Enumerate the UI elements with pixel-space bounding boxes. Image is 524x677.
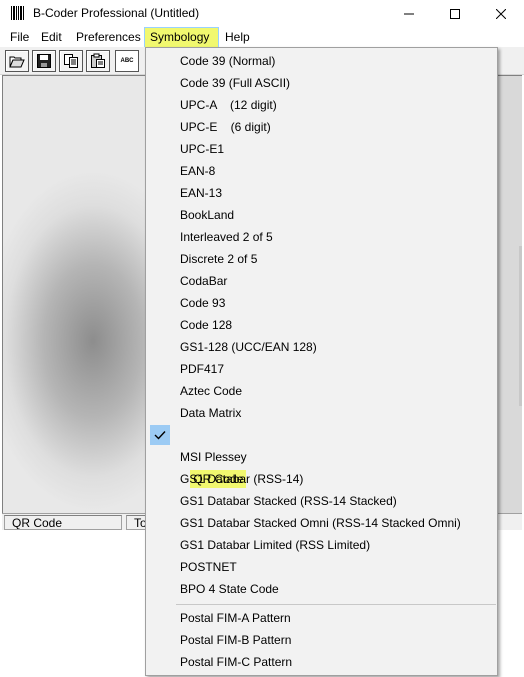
- menu-option-interleaved-2of5[interactable]: Interleaved 2 of 5: [148, 226, 495, 248]
- title-bar: B-Coder Professional (Untitled): [0, 0, 524, 27]
- paste-icon: [91, 53, 105, 68]
- close-button[interactable]: [478, 0, 524, 27]
- symbology-menu: Code 39 (Normal) Code 39 (Full ASCII) UP…: [145, 47, 498, 676]
- save-icon: [37, 54, 51, 68]
- menu-option-ean-13[interactable]: EAN-13: [148, 182, 495, 204]
- menu-separator: [176, 604, 496, 605]
- text-button[interactable]: ABC: [115, 50, 139, 72]
- close-icon: [496, 8, 506, 19]
- menu-help[interactable]: Help: [220, 28, 255, 47]
- menu-option-upc-a[interactable]: UPC-A (12 digit): [148, 94, 495, 116]
- menu-option-ean-8[interactable]: EAN-8: [148, 160, 495, 182]
- menu-option-gs1-databar-limited[interactable]: GS1 Databar Limited (RSS Limited): [148, 534, 495, 556]
- menu-option-gs1-databar[interactable]: GS1 Databar (RSS-14): [148, 468, 495, 490]
- menu-file[interactable]: File: [5, 28, 34, 47]
- menu-option-code39-normal[interactable]: Code 39 (Normal): [148, 50, 495, 72]
- menu-symbology-label: Symbology: [145, 28, 218, 47]
- menu-option-fim-b[interactable]: Postal FIM-B Pattern: [148, 629, 495, 651]
- barcode-icon: [11, 6, 24, 20]
- minimize-button[interactable]: [386, 0, 432, 27]
- maximize-button[interactable]: [432, 0, 478, 27]
- maximize-icon: [450, 8, 460, 19]
- barcode-shadow: [3, 76, 153, 514]
- menu-option-gs1-databar-stacked[interactable]: GS1 Databar Stacked (RSS-14 Stacked): [148, 490, 495, 512]
- menu-option-msi-plessey[interactable]: MSI Plessey: [148, 446, 495, 468]
- menu-option-upc-e[interactable]: UPC-E (6 digit): [148, 116, 495, 138]
- menu-option-gs1-128[interactable]: GS1-128 (UCC/EAN 128): [148, 336, 495, 358]
- menu-option-fim-c[interactable]: Postal FIM-C Pattern: [148, 651, 495, 673]
- menu-option-code93[interactable]: Code 93: [148, 292, 495, 314]
- menu-edit[interactable]: Edit: [36, 28, 67, 47]
- menu-option-fim-a[interactable]: Postal FIM-A Pattern: [148, 607, 495, 629]
- checkmark-icon: [150, 425, 170, 445]
- open-button[interactable]: [5, 50, 29, 72]
- menu-preferences[interactable]: Preferences: [71, 28, 146, 47]
- open-icon: [9, 56, 25, 68]
- menu-option-qr-code[interactable]: QR Code: [148, 424, 495, 488]
- menu-option-gs1-databar-stacked-omni[interactable]: GS1 Databar Stacked Omni (RSS-14 Stacked…: [148, 512, 495, 534]
- menu-option-codabar[interactable]: CodaBar: [148, 270, 495, 292]
- menu-option-code39-full-ascii[interactable]: Code 39 (Full ASCII): [148, 72, 495, 94]
- menu-option-discrete-2of5[interactable]: Discrete 2 of 5: [148, 248, 495, 270]
- menu-option-bpo-4-state[interactable]: BPO 4 State Code: [148, 578, 495, 600]
- menu-option-data-matrix[interactable]: Data Matrix: [148, 402, 495, 424]
- menu-option-bookland[interactable]: BookLand: [148, 204, 495, 226]
- menu-symbology[interactable]: Symbology: [144, 27, 219, 48]
- menu-option-postnet[interactable]: POSTNET: [148, 556, 495, 578]
- window-title: B-Coder Professional (Untitled): [33, 6, 200, 20]
- menu-option-code128[interactable]: Code 128: [148, 314, 495, 336]
- menu-option-aztec[interactable]: Aztec Code: [148, 380, 495, 402]
- menu-option-pdf417[interactable]: PDF417: [148, 358, 495, 380]
- copy-button[interactable]: [59, 50, 83, 72]
- status-symbology: QR Code: [4, 515, 122, 530]
- paste-button[interactable]: [86, 50, 110, 72]
- save-button[interactable]: [32, 50, 56, 72]
- menu-bar: File Edit Preferences Symbology Help: [0, 27, 524, 48]
- copy-icon: [64, 54, 78, 68]
- text-button-label: ABC: [120, 58, 134, 64]
- canvas-edge: [519, 246, 522, 406]
- minimize-icon: [404, 13, 414, 14]
- menu-option-upc-e1[interactable]: UPC-E1: [148, 138, 495, 160]
